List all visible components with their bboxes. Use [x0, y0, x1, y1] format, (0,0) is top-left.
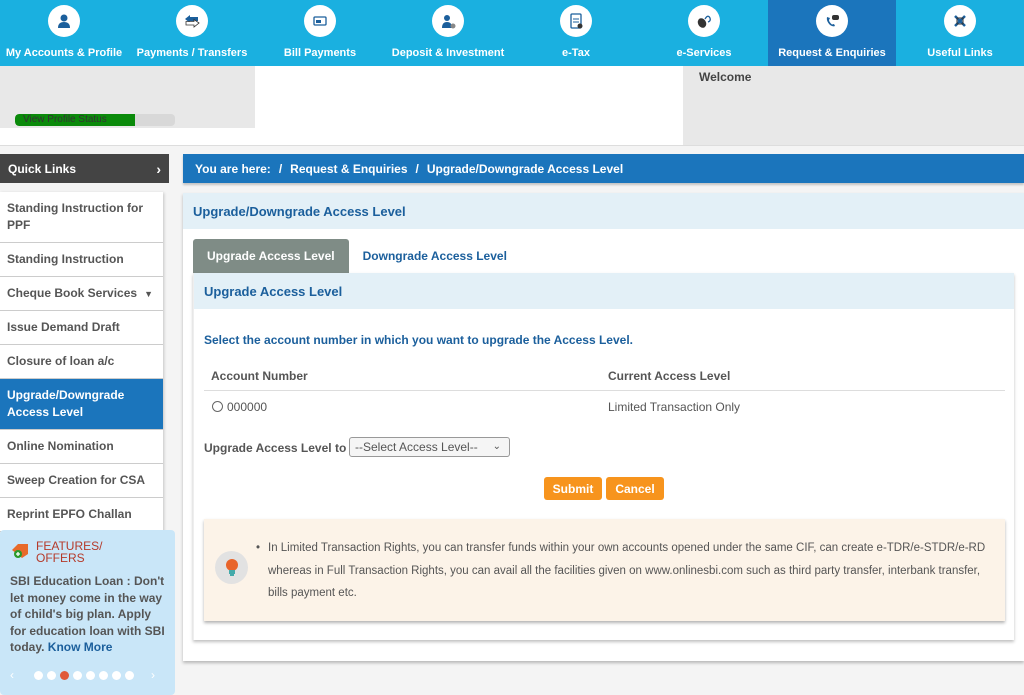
nav-e-tax[interactable]: e-Tax — [512, 0, 640, 66]
sidebar-item-reprint-epfo[interactable]: Reprint EPFO Challan — [0, 498, 163, 532]
column-header-level: Current Access Level — [608, 369, 731, 383]
caret-down-icon: ▼ — [144, 289, 153, 299]
offers-carousel: ‹ › — [10, 668, 165, 682]
quick-links-label: Quick Links — [8, 161, 77, 176]
page-title: Upgrade/Downgrade Access Level — [193, 203, 406, 219]
nav-deposit-investment[interactable]: Deposit & Investment — [384, 0, 512, 66]
bill-icon — [313, 16, 327, 26]
breadcrumb-item[interactable]: Request & Enquiries — [290, 162, 407, 176]
chevron-right-icon[interactable]: › — [151, 668, 165, 682]
chevron-down-icon: ⌄ — [492, 441, 501, 452]
submit-button[interactable]: Submit — [544, 477, 602, 500]
nav-e-services[interactable]: e-Services — [640, 0, 768, 66]
welcome-text: Welcome — [699, 70, 752, 84]
welcome-area: Welcome — [683, 66, 1024, 145]
nav-label: Deposit & Investment — [391, 47, 505, 59]
carousel-dot[interactable] — [34, 670, 43, 680]
nav-label: Payments / Transfers — [136, 47, 248, 59]
quick-links-toggle[interactable]: Quick Links › — [0, 154, 169, 183]
mouse-icon — [697, 15, 711, 28]
sidebar-item-cheque-book-services[interactable]: Cheque Book Services ▼ — [0, 277, 163, 311]
breadcrumb-item: Upgrade/Downgrade Access Level — [426, 161, 624, 176]
sidebar-item-issue-demand-draft[interactable]: Issue Demand Draft — [0, 311, 163, 345]
phone-chat-icon — [826, 15, 839, 27]
offers-title: OFFERS — [36, 551, 85, 565]
tag-icon — [12, 544, 28, 558]
nav-useful-links[interactable]: Useful Links — [896, 0, 1024, 66]
nav-payments-transfers[interactable]: Payments / Transfers — [128, 0, 256, 66]
chevron-left-icon[interactable]: ‹ — [10, 668, 24, 682]
profile-area: View Profile Status — [0, 66, 255, 128]
nav-my-accounts[interactable]: My Accounts & Profile — [0, 0, 128, 66]
sidebar-item-sweep-creation[interactable]: Sweep Creation for CSA — [0, 464, 163, 498]
carousel-dot[interactable] — [86, 670, 95, 680]
nav-label: My Accounts & Profile — [5, 47, 123, 59]
table-header: Account Number Current Access Level — [204, 361, 1005, 391]
nav-label: Bill Payments — [283, 47, 357, 59]
tab-upgrade-access-level[interactable]: Upgrade Access Level — [193, 239, 349, 273]
links-icon — [954, 15, 966, 27]
account-radio[interactable] — [212, 401, 223, 412]
breadcrumb-separator: / — [278, 161, 283, 176]
table-row: 000000 Limited Transaction Only — [204, 393, 1005, 419]
top-navigation: My Accounts & Profile Payments / Transfe… — [0, 0, 1024, 66]
info-note: In Limited Transaction Rights, you can t… — [204, 519, 1005, 621]
profile-status-bar[interactable]: View Profile Status — [15, 114, 175, 126]
features-offers-panel: FEATURES/ OFFERS SBI Education Loan : Do… — [0, 530, 175, 695]
nav-label: e-Tax — [562, 47, 590, 59]
note-text: In Limited Transaction Rights, you can t… — [256, 537, 998, 605]
carousel-dot[interactable] — [99, 670, 108, 680]
tab-downgrade-access-level[interactable]: Downgrade Access Level — [349, 239, 521, 273]
sidebar-item-standing-instruction-ppf[interactable]: Standing Instruction for PPF — [0, 192, 163, 243]
carousel-dot[interactable] — [112, 670, 121, 680]
cancel-button[interactable]: Cancel — [606, 477, 664, 500]
transfer-icon — [185, 15, 200, 28]
nav-bill-payments[interactable]: Bill Payments — [256, 0, 384, 66]
carousel-dot[interactable] — [73, 670, 82, 680]
deposit-icon — [442, 15, 456, 29]
column-header-account: Account Number — [211, 369, 308, 383]
nav-request-enquiries[interactable]: Request & Enquiries — [768, 0, 896, 66]
sidebar-item-closure-of-loan[interactable]: Closure of loan a/c — [0, 345, 163, 379]
panel-title: Upgrade Access Level — [204, 283, 343, 299]
breadcrumb-prefix: You are here: — [195, 161, 271, 176]
chevron-right-icon: › — [156, 160, 161, 177]
tax-document-icon — [570, 13, 583, 29]
profile-status-label: View Profile Status — [23, 114, 107, 125]
sidebar-item-upgrade-downgrade-access[interactable]: Upgrade/Downgrade Access Level — [0, 379, 163, 430]
carousel-dot[interactable] — [125, 670, 134, 680]
nav-label: Request & Enquiries — [778, 47, 886, 59]
carousel-dot[interactable] — [47, 670, 56, 680]
breadcrumb-separator: / — [415, 161, 419, 176]
carousel-dot[interactable] — [60, 670, 69, 680]
header-banner — [255, 66, 683, 145]
know-more-link[interactable]: Know More — [48, 640, 113, 654]
nav-label: e-Services — [676, 47, 732, 59]
access-level-select[interactable]: --Select Access Level-- ⌄ — [349, 437, 510, 457]
sidebar-menu: Standing Instruction for PPF Standing In… — [0, 192, 163, 532]
carousel-dots — [34, 670, 151, 680]
divider — [0, 145, 1024, 146]
upgrade-panel: Upgrade Access Level Select the account … — [193, 273, 1014, 640]
sidebar-item-standing-instruction[interactable]: Standing Instruction — [0, 243, 163, 277]
main-panel: Upgrade/Downgrade Access Level Upgrade A… — [183, 193, 1024, 661]
tabs: Upgrade Access Level Downgrade Access Le… — [193, 239, 521, 273]
current-access-level: Limited Transaction Only — [608, 400, 741, 414]
account-number: 000000 — [227, 400, 268, 414]
nav-label: Useful Links — [927, 47, 993, 59]
upgrade-level-label: Upgrade Access Level to — [204, 441, 347, 455]
user-icon — [58, 14, 70, 28]
breadcrumb: You are here: / Request & Enquiries / Up… — [183, 154, 1024, 183]
instruction-text: Select the account number in which you w… — [204, 333, 633, 347]
sidebar-item-online-nomination[interactable]: Online Nomination — [0, 430, 163, 464]
lightbulb-icon — [225, 558, 238, 576]
